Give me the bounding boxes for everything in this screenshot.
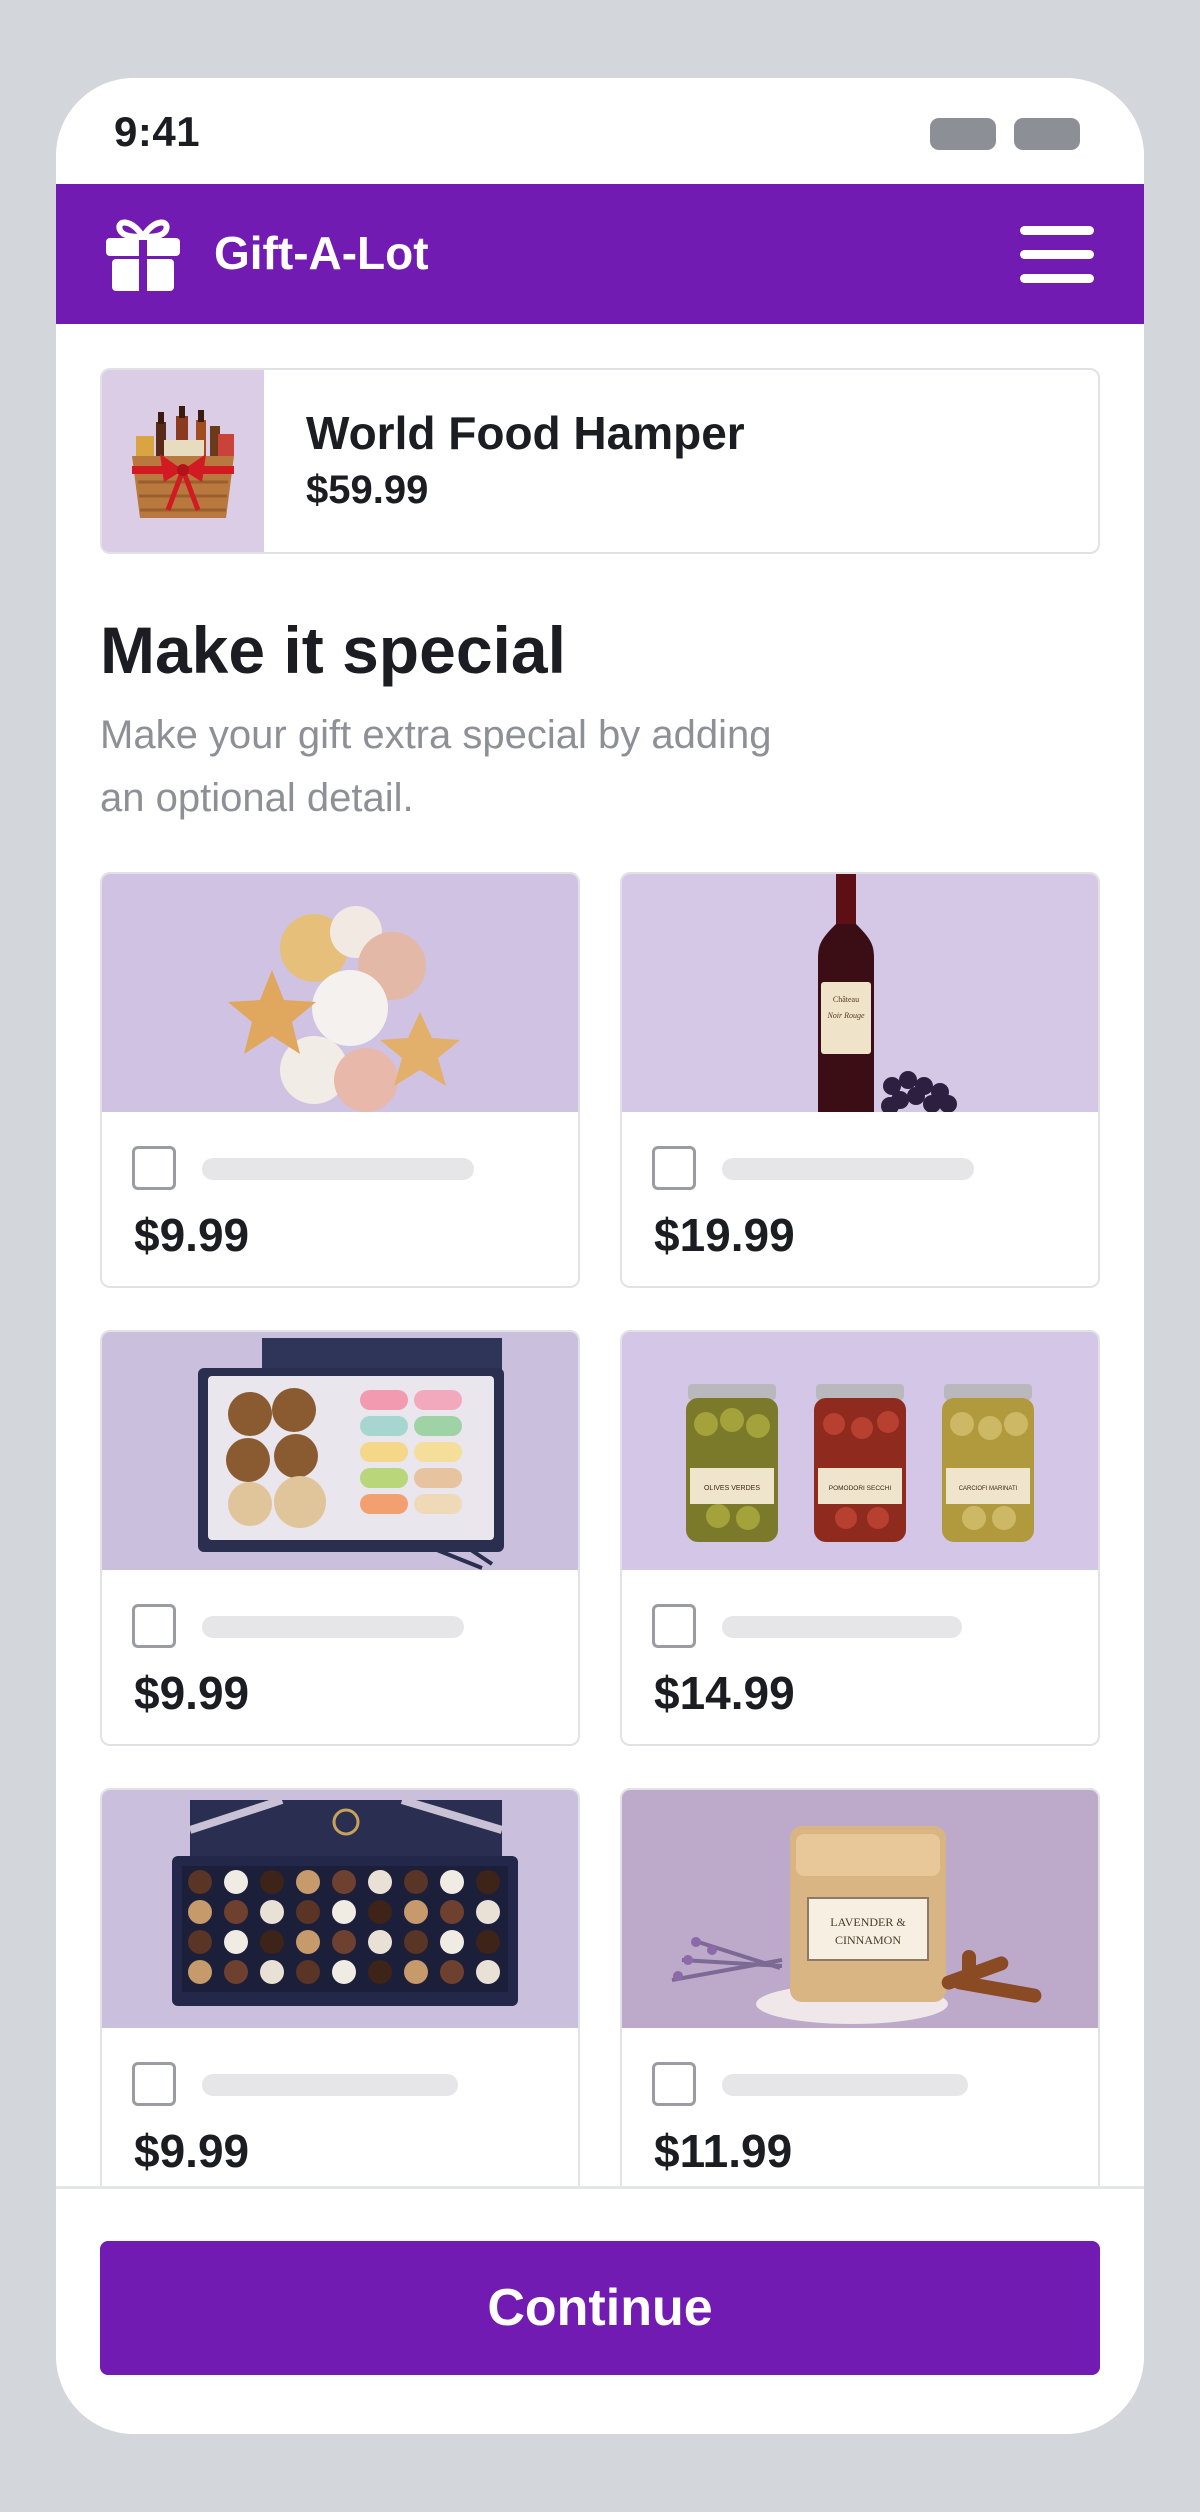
addon-card-balloons[interactable]: $9.99 [100,872,580,1288]
addon-name-placeholder [202,1616,464,1638]
section-title: Make it special [100,613,566,687]
selected-product-name: World Food Hamper [306,407,745,459]
addon-price: $19.99 [654,1209,795,1261]
jar-label-text: CARCIOFI MARINATI [959,1486,1018,1492]
addon-checkbox[interactable] [132,1146,176,1190]
addon-price: $14.99 [654,1667,795,1719]
addon-price: $9.99 [134,2125,250,2177]
section-subtitle-line: an optional detail. [100,776,414,820]
addon-card-candle[interactable]: LAVENDER & CINNAMON $11.99 [620,1788,1100,2204]
addon-checkbox[interactable] [132,1604,176,1648]
section-subtitle: Make your gift extra special by adding a… [100,704,960,830]
addon-checkbox[interactable] [652,1604,696,1648]
brand-name[interactable]: Gift-A-Lot [214,226,429,280]
addon-checkbox[interactable] [652,1146,696,1190]
jars-photo: OLIVES VERDES POMODORI SECCHI CARCIOFI M… [622,1332,1098,1570]
selected-product-price: $59.99 [306,468,429,512]
addon-card-wine[interactable]: Château Noir Rouge $19.99 [620,872,1100,1288]
status-time: 9:41 [114,108,201,155]
wine-label-text: Château [833,995,859,1004]
addon-name-placeholder [722,2074,968,2096]
section-subtitle-line: Make your gift extra special by adding [100,713,772,757]
hamburger-menu-icon[interactable] [1020,224,1094,284]
addon-price: $9.99 [134,1667,250,1719]
jar-label-text: POMODORI SECCHI [829,1485,892,1492]
addon-card-cookies[interactable]: $9.99 [100,1330,580,1746]
addon-card-jars[interactable]: OLIVES VERDES POMODORI SECCHI CARCIOFI M… [620,1330,1100,1746]
addon-price: $11.99 [654,2125,793,2177]
device-frame: 9:41 Gift-A-Lot World Food Hamper $59.99… [0,0,1200,2512]
addon-name-placeholder [202,2074,458,2096]
addon-checkbox[interactable] [652,2062,696,2106]
chocolates-box-photo [102,1790,578,2028]
addon-name-placeholder [722,1616,962,1638]
jar-label-text: OLIVES VERDES [704,1485,760,1492]
status-bar: 9:41 [56,78,1144,184]
cookies-macarons-box-photo [102,1332,578,1570]
footer-bar: Continue [56,2186,1144,2434]
wine-bottle-photo: Château Noir Rouge [622,874,1098,1112]
phone-screen: 9:41 Gift-A-Lot World Food Hamper $59.99… [56,78,1144,2434]
addon-price: $9.99 [134,1209,250,1261]
wine-label-text: Noir Rouge [826,1011,865,1020]
gift-hamper-photo [102,370,264,552]
status-indicator-pill [930,118,996,150]
continue-button[interactable]: Continue [100,2241,1100,2375]
candle-label-text: CINNAMON [835,1933,901,1947]
addon-name-placeholder [722,1158,974,1180]
balloons-photo [102,874,578,1112]
status-indicator-pill [1014,118,1080,150]
addon-checkbox[interactable] [132,2062,176,2106]
gift-icon [106,219,180,291]
app-header: Gift-A-Lot [56,184,1144,324]
candle-label-text: LAVENDER & [830,1915,906,1929]
selected-product-card: World Food Hamper $59.99 [100,368,1100,554]
addon-card-chocolates[interactable]: $9.99 [100,1788,580,2204]
addon-name-placeholder [202,1158,474,1180]
candle-photo: LAVENDER & CINNAMON [622,1790,1098,2028]
